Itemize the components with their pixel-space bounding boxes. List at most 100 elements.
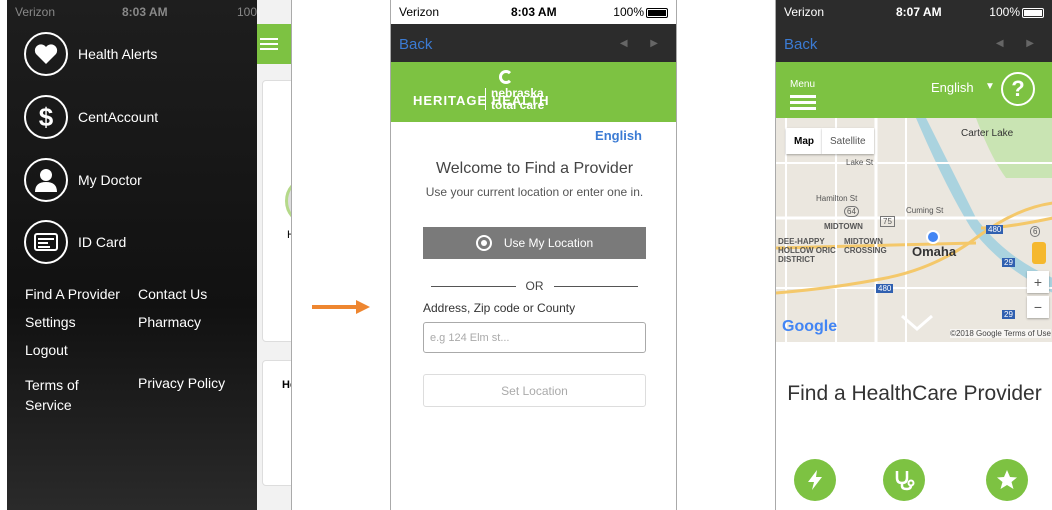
map-credit[interactable]: ©2018 Google Terms of Use: [950, 329, 1051, 338]
doctor-icon: [24, 158, 68, 202]
status-bar: Verizon 8:03 AM 100: [7, 0, 257, 24]
heart-icon: [24, 32, 68, 76]
header-bar: Menu English ▼ ?: [776, 62, 1052, 118]
or-label: OR: [525, 279, 544, 293]
map-label: DEE-HAPPY HOLLOW ORIC DISTRICT: [778, 237, 836, 264]
map-label: Hamilton St: [816, 194, 858, 203]
menu-label: Menu: [790, 79, 816, 90]
menu-item-health-alerts[interactable]: Health Alerts: [24, 32, 157, 76]
language-selector[interactable]: English: [595, 128, 642, 143]
caret-down-icon[interactable]: ▼: [985, 81, 995, 92]
lightning-icon: [808, 470, 822, 490]
menu-item-my-doctor[interactable]: My Doctor: [24, 158, 142, 202]
tab-satellite-label: Satellite: [830, 135, 866, 147]
menu-item-id-card[interactable]: ID Card: [24, 220, 126, 264]
dollar-icon: $: [24, 95, 68, 139]
highway-shield: 75: [880, 216, 895, 227]
highway-shield: 29: [1002, 310, 1015, 319]
location-target-icon: [475, 235, 492, 251]
nav-arrows-icon[interactable]: ◀ ▶: [620, 38, 668, 49]
map-label: Cuming St: [906, 206, 944, 215]
set-location-label: Set Location: [501, 383, 568, 398]
zoom-in-button[interactable]: +: [1027, 271, 1049, 293]
menu-item-label: ID Card: [78, 234, 127, 250]
nav-bar: Back ◀ ▶: [391, 24, 676, 62]
hamburger-icon[interactable]: [260, 38, 278, 53]
hamburger-icon[interactable]: [790, 95, 816, 113]
link-privacy[interactable]: Privacy Policy: [138, 375, 225, 391]
star-icon: [997, 470, 1017, 489]
carrier: Verizon: [784, 5, 825, 19]
battery-percent: 100: [236, 5, 257, 19]
clock: 8:03 AM: [122, 5, 168, 19]
welcome-heading: Welcome to Find a Provider: [435, 160, 634, 177]
quick-action-button[interactable]: [794, 459, 836, 501]
highway-shield: 64: [844, 206, 859, 217]
use-location-label: Use My Location: [503, 236, 594, 250]
battery-indicator: 100%: [989, 5, 1044, 19]
address-input[interactable]: [423, 322, 646, 353]
nav-arrows-icon[interactable]: ◀ ▶: [996, 38, 1044, 49]
page-title: Find a HealthCare Provider: [787, 382, 1042, 405]
link-logout[interactable]: Logout: [25, 342, 68, 358]
side-menu: Verizon 8:03 AM 100 Health Alerts $ Cent…: [7, 0, 257, 510]
id-card-icon: [24, 220, 68, 264]
pegman-icon[interactable]: [1032, 242, 1046, 264]
menu-item-centaccount[interactable]: $ CentAccount: [24, 95, 158, 139]
language-selector[interactable]: English: [931, 80, 974, 95]
logo-divider: [485, 88, 486, 110]
city-label: Omaha: [912, 244, 957, 259]
google-logo: Google: [782, 318, 838, 335]
location-dot-icon: [926, 230, 940, 244]
menu-item-label: Health Alerts: [78, 46, 158, 62]
address-label: Address, Zip code or County: [423, 301, 576, 315]
flow-arrow-icon: [312, 300, 370, 314]
battery-percent: 100%: [989, 5, 1020, 19]
map-label: Lake St: [846, 158, 874, 167]
background-card: He: [262, 360, 291, 486]
battery-percent: 100%: [613, 5, 644, 19]
help-button[interactable]: ?: [1001, 72, 1035, 106]
set-location-button[interactable]: Set Location: [423, 374, 646, 407]
menu-item-label: My Doctor: [78, 172, 142, 188]
carrier: Verizon: [15, 5, 56, 19]
menu-item-label: CentAccount: [78, 109, 159, 125]
nav-bar: Back ◀ ▶: [776, 24, 1052, 62]
card-label: H: [287, 229, 291, 241]
highway-shield: 29: [1002, 258, 1015, 267]
map-label: Carter Lake: [961, 128, 1014, 139]
ntc-logo-line2: total care: [491, 98, 545, 112]
chevron-down-icon[interactable]: [900, 314, 934, 332]
back-button[interactable]: Back: [399, 36, 432, 53]
link-settings[interactable]: Settings: [25, 314, 76, 330]
clock: 8:03 AM: [511, 5, 557, 19]
tab-map[interactable]: Map: [786, 128, 822, 154]
link-contact-us[interactable]: Contact Us: [138, 286, 207, 302]
zoom-out-button[interactable]: −: [1027, 296, 1049, 318]
ntc-logo: nebraska total care: [491, 87, 544, 111]
map-label: MIDTOWN CROSSING: [844, 237, 887, 255]
status-bar: Verizon 8:03 AM 100%: [391, 0, 676, 24]
map-screen: Verizon 8:07 AM 100% Back ◀ ▶ Menu Engli…: [775, 0, 1052, 510]
avatar: [285, 176, 291, 226]
link-pharmacy[interactable]: Pharmacy: [138, 314, 201, 330]
use-location-button[interactable]: Use My Location: [423, 227, 646, 259]
menu-screen: H He Verizon 8:03 AM 100 Health Alerts $…: [7, 0, 292, 510]
tab-satellite[interactable]: Satellite: [822, 128, 874, 154]
favorites-button[interactable]: [986, 459, 1028, 501]
map-view[interactable]: Map Satellite Carter Lake Lake St Hamilt…: [776, 118, 1052, 342]
background-card: H: [262, 80, 291, 342]
link-terms[interactable]: Terms of Service: [25, 375, 115, 415]
carrier: Verizon: [399, 5, 440, 19]
find-doctor-button[interactable]: [883, 459, 925, 501]
stethoscope-icon: [895, 471, 915, 491]
tab-map-label: Map: [794, 135, 814, 147]
link-find-provider[interactable]: Find A Provider: [25, 286, 120, 302]
or-divider: OR: [431, 279, 638, 293]
clock: 8:07 AM: [896, 5, 942, 19]
back-button[interactable]: Back: [784, 36, 817, 53]
highway-shield: 480: [876, 284, 894, 293]
highway-shield: 480: [986, 225, 1004, 234]
card-label: He: [282, 379, 291, 391]
status-bar: Verizon 8:07 AM 100%: [776, 0, 1052, 24]
